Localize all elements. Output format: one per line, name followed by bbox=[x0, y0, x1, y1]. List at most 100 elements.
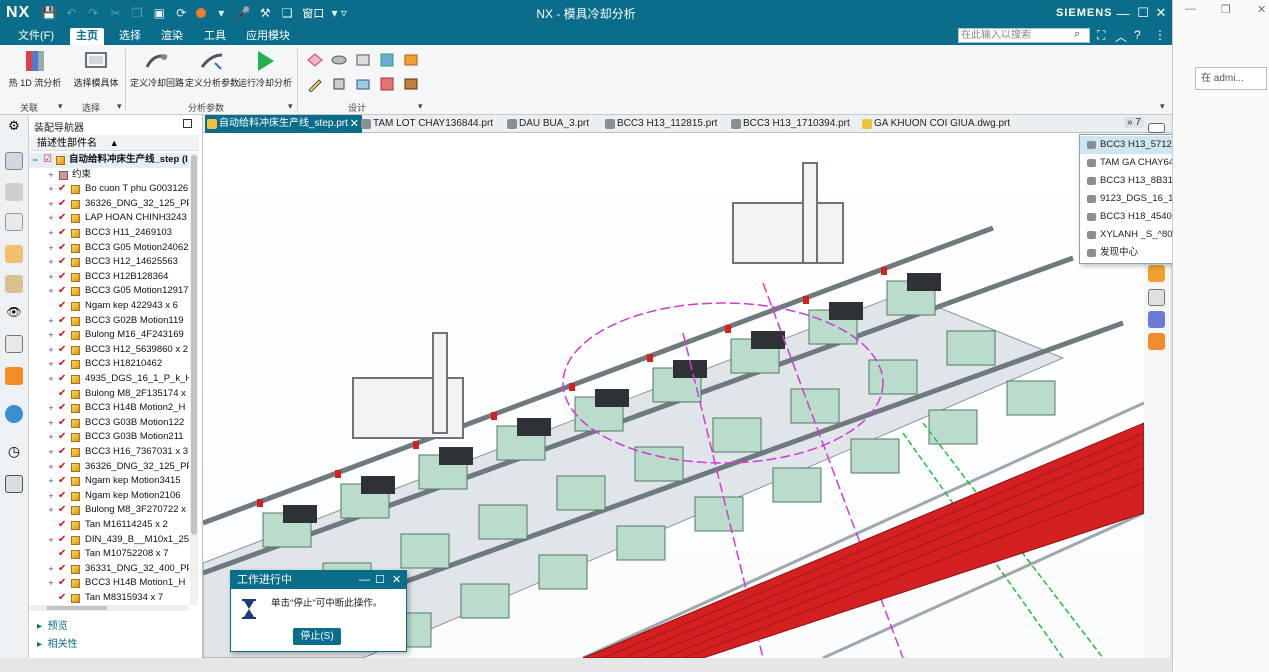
tree-row[interactable]: + ✔ 36326_DNG_32_125_PP bbox=[29, 460, 189, 475]
tree-row[interactable]: + ✔ BCC3 H14B Motion2_H bbox=[29, 401, 189, 416]
color-palette-icon[interactable] bbox=[1148, 311, 1165, 328]
run-cooling-analysis-button[interactable]: 运行冷却分析 bbox=[238, 49, 292, 89]
bg-search-input[interactable]: 在 admi... bbox=[1195, 67, 1267, 90]
maximize-icon[interactable]: ☐ bbox=[1133, 4, 1153, 22]
menu-home[interactable]: 主页 bbox=[70, 28, 104, 45]
microphone-icon[interactable]: 🎤 bbox=[234, 4, 252, 22]
help-icon[interactable]: ? bbox=[1134, 28, 1141, 42]
menu-render[interactable]: 渲染 bbox=[155, 28, 189, 45]
checkbox-icon[interactable]: ✔ bbox=[58, 284, 66, 299]
expand-icon[interactable]: + bbox=[47, 168, 55, 183]
column-header[interactable]: 描述性部件名 ▲ bbox=[29, 135, 199, 151]
dialog-close-icon[interactable]: ✕ bbox=[392, 571, 401, 589]
expand-icon[interactable]: + bbox=[47, 401, 55, 416]
tree-row[interactable]: ✔ Tan M8315934 x 7 bbox=[29, 591, 189, 605]
close-icon[interactable]: ✕ bbox=[1151, 4, 1171, 22]
tree-row[interactable]: + ✔ BCC3 H18210462 bbox=[29, 357, 189, 372]
command-search-input[interactable]: 在此输入以搜索 bbox=[958, 28, 1090, 43]
ribbon-options-icon[interactable]: ▾ bbox=[1160, 101, 1165, 112]
checkbox-icon[interactable]: ✔ bbox=[58, 416, 66, 431]
clock-icon[interactable]: ◷ bbox=[5, 443, 23, 461]
tree-row[interactable]: ✔ Bulong M8_2F135174 x bbox=[29, 387, 189, 402]
touch-mode-icon[interactable] bbox=[196, 8, 207, 18]
checkbox-icon[interactable]: ✔ bbox=[58, 445, 66, 460]
switch-window-icon[interactable]: ❏ bbox=[278, 4, 296, 22]
expand-icon[interactable]: + bbox=[47, 182, 55, 197]
tools-icon[interactable] bbox=[5, 475, 23, 493]
web-browser-icon[interactable]: 👁 bbox=[5, 305, 23, 323]
dialog-minimize-icon[interactable]: — bbox=[359, 571, 370, 589]
checkbox-icon[interactable]: ✔ bbox=[58, 460, 66, 475]
sheet-icon[interactable] bbox=[307, 52, 323, 68]
tab-dau-bua[interactable]: DAU BUA_3.prt bbox=[505, 115, 589, 133]
tree-row[interactable]: + ✔ 36331_DNG_32_400_PP bbox=[29, 562, 189, 577]
tree-row[interactable]: + ✔ BCC3 G02B Motion119 bbox=[29, 314, 189, 329]
group-dropdown-icon[interactable]: ▾ bbox=[117, 101, 122, 112]
assembly-icon[interactable] bbox=[379, 76, 395, 92]
measure-icon[interactable]: ⚒ bbox=[256, 4, 274, 22]
expand-icon[interactable]: + bbox=[47, 314, 55, 329]
tree-row[interactable]: + ✔ BCC3 H12_14625563 bbox=[29, 255, 189, 270]
dialog-maximize-icon[interactable]: ☐ bbox=[375, 571, 385, 589]
checkbox-icon[interactable]: ✔ bbox=[58, 547, 66, 562]
tab-close-icon[interactable]: ✕ bbox=[350, 115, 359, 133]
expand-icon[interactable]: + bbox=[47, 460, 55, 475]
expand-icon[interactable]: + bbox=[47, 211, 55, 226]
expand-icon[interactable]: + bbox=[47, 445, 55, 460]
checkbox-icon[interactable]: ✔ bbox=[58, 591, 66, 605]
cut-icon[interactable]: ✂ bbox=[106, 4, 124, 22]
tree-root[interactable]: − ☑ 自动给料冲床生产线_step (I bbox=[29, 153, 189, 168]
checkbox-icon[interactable]: ✔ bbox=[58, 299, 66, 314]
tab-bcc3-h13-1710394[interactable]: BCC3 H13_1710394.prt bbox=[729, 115, 850, 133]
globe-icon[interactable] bbox=[5, 405, 23, 423]
repeat-icon[interactable]: ⟳ bbox=[172, 4, 190, 22]
checkbox-icon[interactable]: ✔ bbox=[58, 182, 66, 197]
checkbox-icon[interactable]: ✔ bbox=[58, 314, 66, 329]
edit-icon[interactable] bbox=[307, 76, 323, 92]
tree-row[interactable]: + ✔ 4935_DGS_16_1_P_k_HI bbox=[29, 372, 189, 387]
group-dropdown-icon[interactable]: ▾ bbox=[418, 101, 423, 112]
menu-tools[interactable]: 工具 bbox=[198, 28, 232, 45]
fullscreen-icon[interactable]: ⛶ bbox=[1097, 28, 1105, 43]
box-tool-icon[interactable] bbox=[1148, 333, 1165, 350]
expand-icon[interactable]: + bbox=[47, 284, 55, 299]
checkbox-icon[interactable]: ✔ bbox=[58, 241, 66, 256]
expand-icon[interactable]: + bbox=[47, 576, 55, 591]
tree-row[interactable]: + ✔ Ngam kep Motion3415 bbox=[29, 474, 189, 489]
paste-icon[interactable]: ▣ bbox=[150, 4, 168, 22]
assembly-navigator-icon[interactable] bbox=[5, 152, 23, 170]
checkbox-icon[interactable]: ✔ bbox=[58, 357, 66, 372]
minimize-icon[interactable]: — bbox=[1113, 4, 1133, 22]
tab-tam-lot-chay[interactable]: TAM LOT CHAY136844.prt bbox=[359, 115, 493, 133]
more-icon[interactable]: ⋮ bbox=[1154, 28, 1166, 42]
save-icon[interactable]: 💾 bbox=[40, 4, 58, 22]
checkbox-icon[interactable]: ✔ bbox=[58, 328, 66, 343]
tree-row[interactable]: + ✔ Bulong M16_4F243169 bbox=[29, 328, 189, 343]
shell-icon[interactable] bbox=[331, 76, 347, 92]
tree-row[interactable]: + ✔ BCC3 H12B128364 bbox=[29, 270, 189, 285]
tree-row[interactable]: + ✔ BCC3 H11_2469103 bbox=[29, 226, 189, 241]
checkbox-icon[interactable]: ✔ bbox=[58, 401, 66, 416]
select-mold-body-button[interactable]: 选择模具体 bbox=[70, 49, 122, 89]
dialog-title-bar[interactable]: 工作进行中 — ☐ ✕ bbox=[231, 571, 406, 589]
history-icon[interactable] bbox=[5, 335, 23, 353]
settings-icon[interactable]: ⚙ bbox=[5, 118, 23, 136]
checkbox-icon[interactable]: ✔ bbox=[58, 474, 66, 489]
tree-row[interactable]: + ✔ BCC3 G05 Motion24062 bbox=[29, 241, 189, 256]
mold-wizard-icon[interactable] bbox=[1148, 289, 1165, 306]
tree-row[interactable]: + ✔ DIN_439_B__M10x1_25 bbox=[29, 533, 189, 548]
expand-icon[interactable]: + bbox=[47, 533, 55, 548]
collapse-icon[interactable]: − bbox=[31, 153, 39, 168]
tree-row[interactable]: ✔ Tan M10752208 x 7 bbox=[29, 547, 189, 562]
hscrollbar-thumb[interactable] bbox=[47, 606, 107, 610]
menu-app-modules[interactable]: 应用模块 bbox=[240, 28, 296, 45]
mold-cube-icon[interactable] bbox=[403, 52, 419, 68]
window-menu[interactable]: 窗口 bbox=[302, 5, 324, 21]
menu-file[interactable]: 文件(F) bbox=[12, 28, 60, 45]
tree-row[interactable]: + ✔ LAP HOAN CHINH3243 bbox=[29, 211, 189, 226]
checkbox-icon[interactable]: ✔ bbox=[58, 503, 66, 518]
tree-row[interactable]: + ✔ BCC3 H12_5639860 x 2 bbox=[29, 343, 189, 358]
expand-icon[interactable]: + bbox=[47, 197, 55, 212]
navigator-scrollbar[interactable] bbox=[190, 153, 198, 605]
tree-row[interactable]: ✔ Tan M16114245 x 2 bbox=[29, 518, 189, 533]
